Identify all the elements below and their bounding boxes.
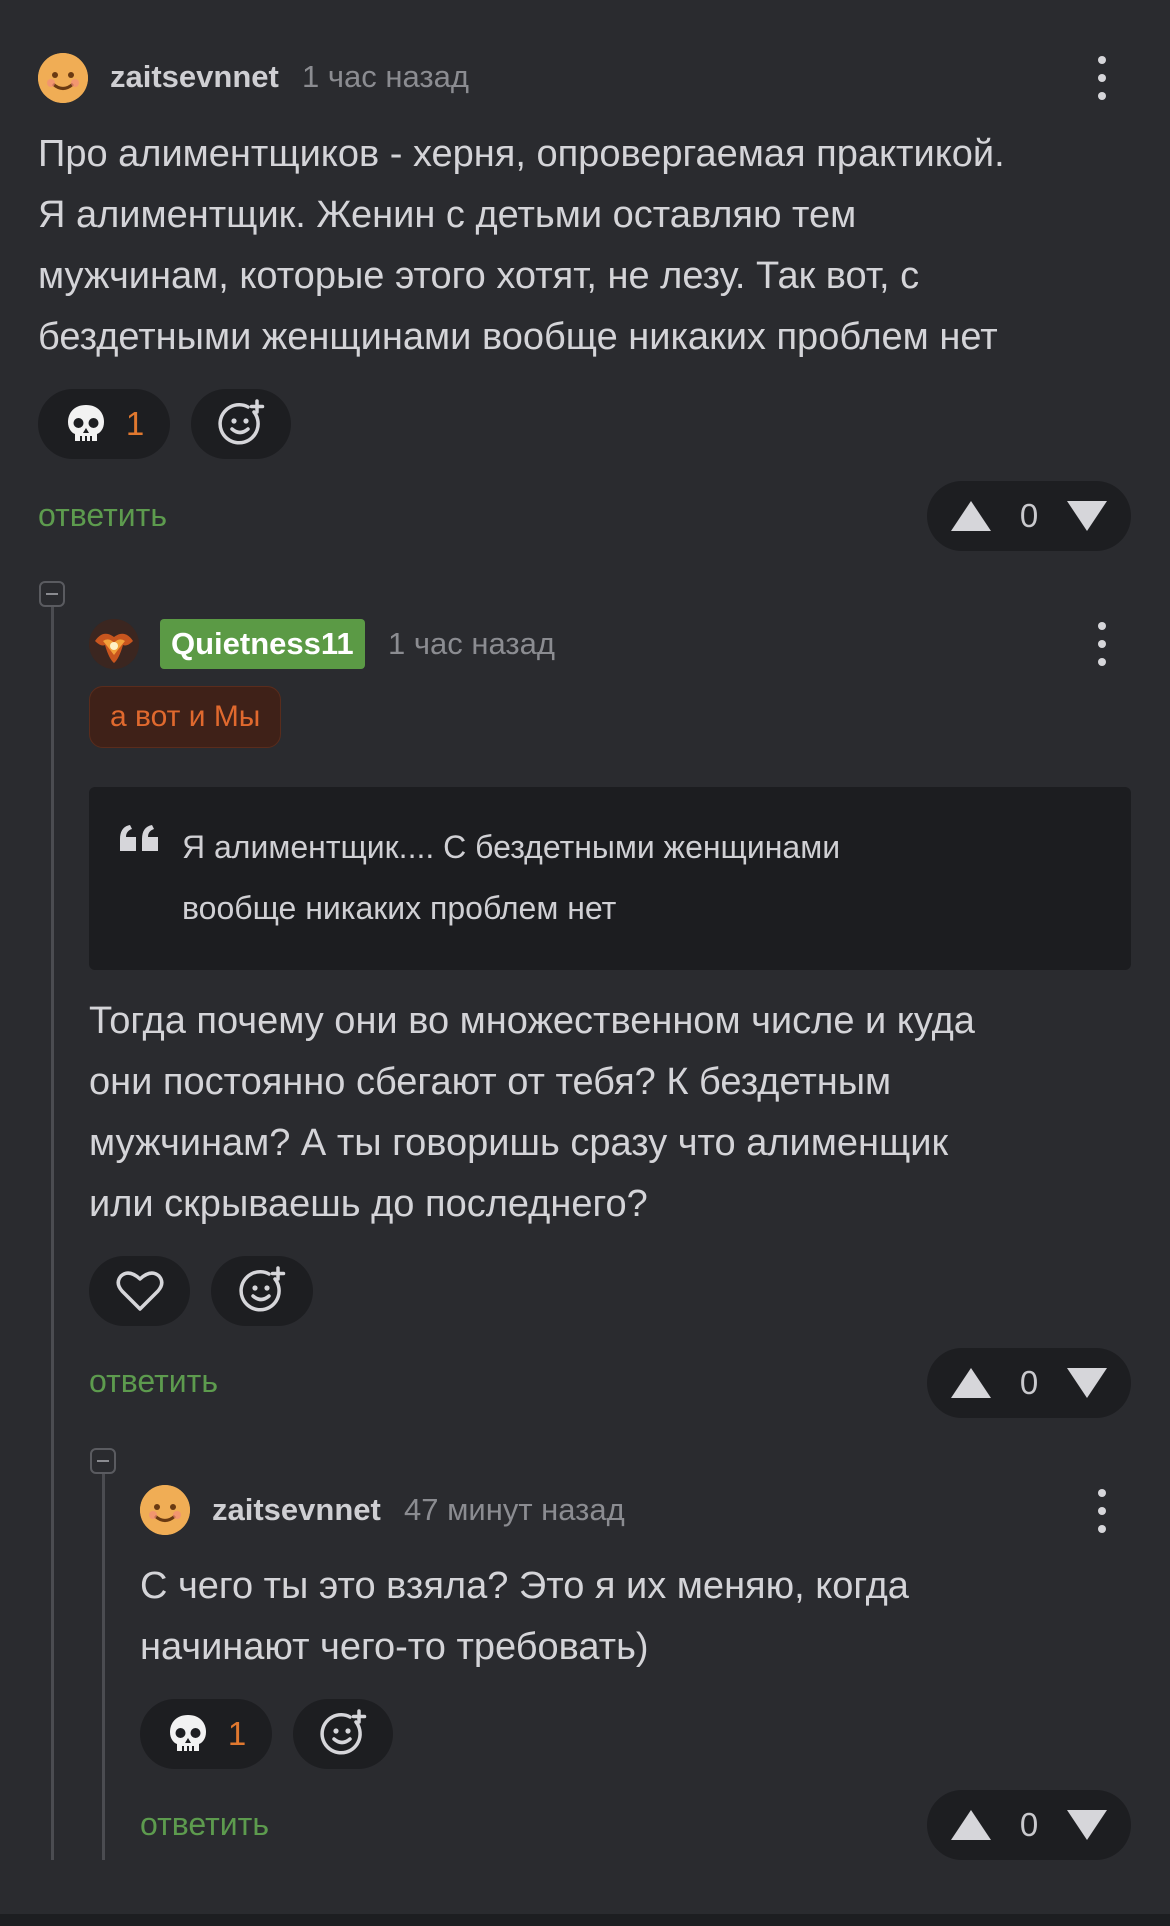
comment-text: Про алиментщиков - херня, опровергаемая … bbox=[38, 133, 1005, 358]
avatar[interactable] bbox=[89, 619, 139, 669]
collapse-thread-icon[interactable] bbox=[90, 1448, 116, 1474]
downvote-icon[interactable] bbox=[1065, 499, 1109, 533]
reaction-count: 1 bbox=[125, 405, 145, 442]
reaction-count: 1 bbox=[227, 1715, 247, 1752]
collapse-thread-icon[interactable] bbox=[39, 581, 65, 607]
heart-icon bbox=[116, 1271, 163, 1311]
upvote-icon[interactable] bbox=[949, 1366, 993, 1400]
downvote-icon[interactable] bbox=[1065, 1366, 1109, 1400]
quote-text: Я алиментщик.... С бездетными женщинами … bbox=[182, 829, 841, 926]
rating-control: 0 bbox=[927, 1348, 1131, 1418]
user-tag[interactable]: а вот и Мы bbox=[89, 686, 282, 748]
more-options-icon[interactable] bbox=[1095, 1489, 1109, 1533]
rating-value: 0 bbox=[1019, 497, 1039, 534]
add-reaction-button[interactable] bbox=[191, 389, 291, 459]
comment-time[interactable]: 1 час назад bbox=[302, 59, 469, 95]
reply-button[interactable]: ответить bbox=[89, 1363, 218, 1400]
rating-value: 0 bbox=[1019, 1806, 1039, 1843]
username[interactable]: zaitsevnnet bbox=[212, 1492, 381, 1528]
thread-line[interactable] bbox=[51, 595, 54, 1860]
more-options-icon[interactable] bbox=[1095, 56, 1109, 100]
add-reaction-button[interactable] bbox=[293, 1699, 393, 1769]
comment-text: С чего ты это взяла? Это я их меняю, ког… bbox=[140, 1565, 909, 1668]
add-emoji-icon bbox=[218, 399, 265, 445]
skull-icon bbox=[169, 1715, 206, 1751]
add-emoji-icon bbox=[239, 1266, 286, 1312]
skull-icon bbox=[67, 405, 104, 441]
more-options-icon[interactable] bbox=[1095, 622, 1109, 666]
reaction-skull-button[interactable]: 1 bbox=[38, 389, 170, 459]
username[interactable]: zaitsevnnet bbox=[110, 59, 279, 95]
rating-value: 0 bbox=[1019, 1364, 1039, 1401]
username-badge[interactable]: Quietness11 bbox=[160, 619, 365, 669]
reaction-skull-button[interactable]: 1 bbox=[140, 1699, 272, 1769]
thread-line[interactable] bbox=[102, 1462, 105, 1860]
bottom-divider bbox=[0, 1914, 1170, 1926]
downvote-icon[interactable] bbox=[1065, 1808, 1109, 1842]
avatar[interactable] bbox=[38, 53, 88, 103]
rating-control: 0 bbox=[927, 481, 1131, 551]
comment-time[interactable]: 1 час назад bbox=[388, 626, 555, 662]
reply-button[interactable]: ответить bbox=[140, 1806, 269, 1843]
avatar[interactable] bbox=[140, 1485, 190, 1535]
upvote-icon[interactable] bbox=[949, 1808, 993, 1842]
like-button[interactable] bbox=[89, 1256, 190, 1326]
add-reaction-button[interactable] bbox=[211, 1256, 313, 1326]
comment-text: Тогда почему они во множественном числе … bbox=[89, 1000, 975, 1225]
reply-button[interactable]: ответить bbox=[38, 497, 167, 534]
rating-control: 0 bbox=[927, 1790, 1131, 1860]
add-emoji-icon bbox=[320, 1709, 367, 1755]
comment-time[interactable]: 47 минут назад bbox=[404, 1492, 625, 1528]
upvote-icon[interactable] bbox=[949, 499, 993, 533]
quote-icon bbox=[120, 825, 158, 851]
